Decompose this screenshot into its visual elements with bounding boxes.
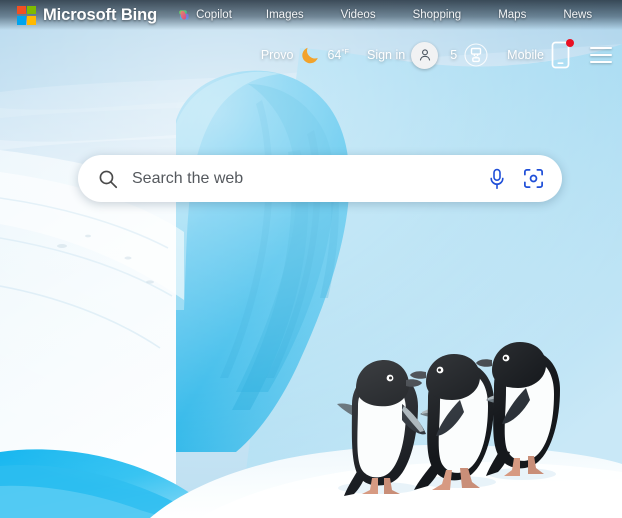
person-avatar-icon [411, 41, 439, 69]
search-actions [487, 167, 545, 190]
utility-bar: Provo 64°F Sign in 5 Mobile [261, 32, 612, 78]
mobile-button[interactable]: Mobile [507, 39, 574, 70]
top-navigation-bar: Microsoft Bing Copilot Images Videos Sho… [0, 0, 622, 30]
rewards-medal-icon [463, 42, 489, 68]
phone-icon-wrapper [550, 39, 574, 70]
hamburger-menu-icon[interactable] [590, 47, 612, 63]
microphone-icon[interactable] [487, 168, 507, 190]
brand-name: Microsoft Bing [43, 5, 158, 24]
temperature-label: 64°F [327, 47, 349, 63]
nav-item-images[interactable]: Images [266, 9, 304, 21]
search-area [78, 155, 562, 202]
rewards-button[interactable]: 5 [450, 42, 489, 68]
weather-widget[interactable]: Provo 64°F [261, 44, 349, 66]
nav-item-videos[interactable]: Videos [341, 9, 376, 21]
nav-item-shopping[interactable]: Shopping [413, 9, 462, 21]
notification-badge [566, 39, 574, 47]
nav-links: Copilot Images Videos Shopping Maps News [177, 8, 592, 22]
search-box[interactable] [78, 155, 562, 202]
rewards-count: 5 [450, 48, 458, 62]
nav-item-news[interactable]: News [563, 9, 592, 21]
nav-label-copilot: Copilot [196, 9, 232, 21]
crescent-moon-icon [299, 44, 321, 66]
mobile-label: Mobile [507, 48, 544, 62]
nav-item-maps[interactable]: Maps [498, 9, 526, 21]
copilot-icon [177, 8, 191, 22]
sign-in-label: Sign in [366, 48, 406, 62]
location-label: Provo [260, 48, 294, 62]
microsoft-squares-icon [17, 5, 36, 25]
magnifier-icon [97, 168, 119, 190]
search-input[interactable] [132, 169, 487, 188]
visual-search-camera-icon[interactable] [522, 167, 545, 190]
bing-logo-link[interactable]: Microsoft Bing [17, 5, 158, 25]
sign-in-button[interactable]: Sign in [366, 41, 439, 69]
nav-item-copilot[interactable]: Copilot [177, 8, 232, 22]
